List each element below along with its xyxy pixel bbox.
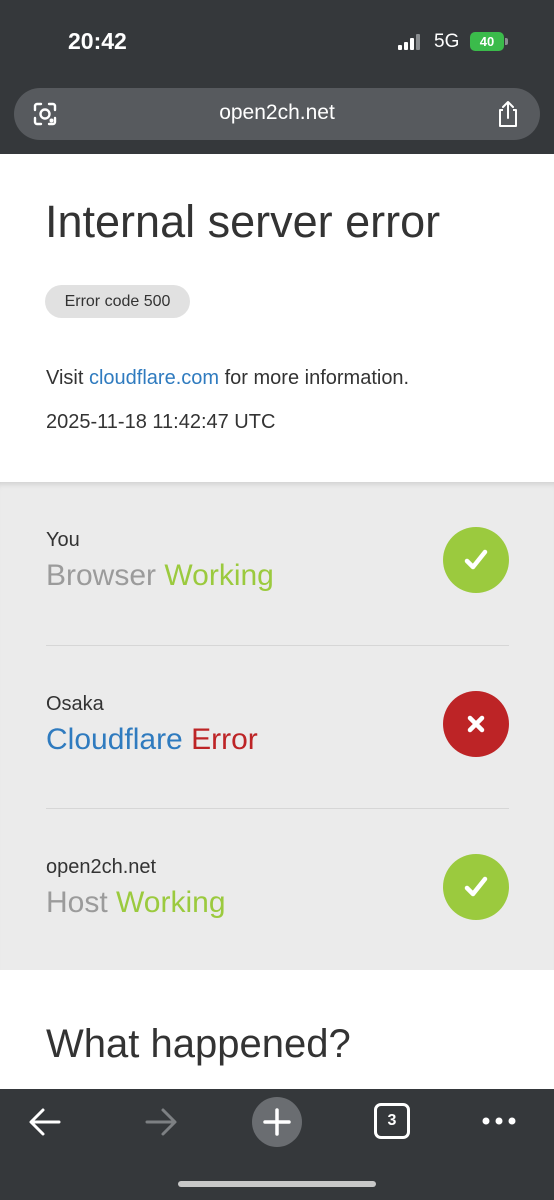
row-state: Working bbox=[164, 559, 274, 592]
row-name: Cloudflare bbox=[46, 723, 183, 756]
home-indicator[interactable] bbox=[178, 1181, 376, 1187]
cloudflare-link[interactable]: cloudflare.com bbox=[89, 367, 219, 389]
row-status: Cloudflare Error bbox=[46, 723, 258, 757]
tab-count: 3 bbox=[387, 1112, 397, 1129]
row-name: Host bbox=[46, 886, 108, 919]
error-code-badge: Error code 500 bbox=[45, 285, 190, 318]
visit-prefix: Visit bbox=[46, 367, 89, 389]
status-row-browser: You Browser Working bbox=[46, 482, 509, 646]
row-state: Error bbox=[191, 723, 258, 756]
check-icon bbox=[443, 854, 509, 920]
address-bar[interactable]: open2ch.net bbox=[14, 88, 540, 140]
tab-switcher-icon[interactable]: 3 bbox=[374, 1103, 410, 1139]
battery-icon: 40 bbox=[470, 32, 504, 51]
share-icon[interactable] bbox=[495, 100, 521, 128]
visit-suffix: for more information. bbox=[219, 367, 410, 389]
more-icon[interactable] bbox=[480, 1115, 518, 1127]
row-location: You bbox=[46, 529, 80, 551]
new-tab-icon[interactable] bbox=[251, 1096, 303, 1148]
status-panel: You Browser Working Osaka Cloudflare Err… bbox=[0, 482, 554, 970]
row-status: Host Working bbox=[46, 886, 226, 920]
signal-icon bbox=[398, 34, 424, 50]
network-type: 5G bbox=[434, 31, 460, 52]
check-icon bbox=[443, 527, 509, 593]
battery-level: 40 bbox=[479, 34, 495, 49]
battery-cap bbox=[505, 38, 508, 45]
status-bar: 20:42 5G 40 bbox=[0, 0, 554, 84]
row-status: Browser Working bbox=[46, 559, 274, 593]
row-name: Browser bbox=[46, 559, 157, 592]
visit-line: Visit cloudflare.com for more informatio… bbox=[46, 367, 409, 390]
browser-top-chrome: 20:42 5G 40 open2ch.net bbox=[0, 0, 554, 154]
url-text[interactable]: open2ch.net bbox=[14, 101, 540, 125]
what-happened-heading: What happened? bbox=[46, 1022, 351, 1066]
status-row-cloudflare: Osaka Cloudflare Error bbox=[46, 646, 509, 810]
row-location: open2ch.net bbox=[46, 856, 157, 878]
row-location: Osaka bbox=[46, 693, 104, 715]
row-state: Working bbox=[116, 886, 226, 919]
page-title: Internal server error bbox=[45, 196, 441, 247]
status-row-host: open2ch.net Host Working bbox=[46, 809, 509, 973]
error-x-icon bbox=[443, 691, 509, 757]
status-time: 20:42 bbox=[68, 28, 127, 54]
error-timestamp: 2025-11-18 11:42:47 UTC bbox=[46, 411, 276, 433]
back-arrow-icon[interactable] bbox=[26, 1105, 64, 1139]
forward-arrow-icon[interactable] bbox=[142, 1105, 180, 1139]
